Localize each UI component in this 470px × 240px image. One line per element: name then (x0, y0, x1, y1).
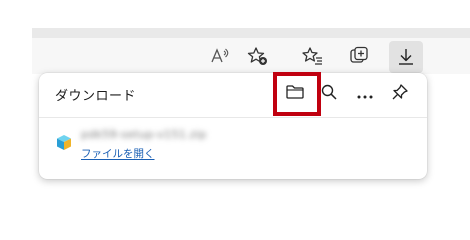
panel-divider (39, 117, 427, 118)
search-icon (320, 83, 338, 105)
download-file-name: pdk59-setup-v151.zip (81, 128, 207, 141)
collections-icon (349, 46, 371, 66)
panel-title: ダウンロード (55, 89, 137, 104)
collections-button[interactable] (343, 38, 377, 74)
favorites-icon (302, 46, 324, 66)
open-file-link[interactable]: ファイルを開く (81, 146, 155, 161)
downloads-panel: ダウンロード pdk59-setup-v151.zip ファイルを開く (39, 72, 427, 179)
pin-panel-button[interactable] (385, 79, 415, 109)
downloads-button[interactable] (389, 41, 423, 73)
read-aloud-button[interactable] (204, 38, 238, 74)
add-favorite-icon (247, 46, 269, 66)
favorites-button[interactable] (296, 38, 330, 74)
package-icon (56, 134, 72, 155)
more-icon (356, 85, 374, 104)
search-downloads-button[interactable] (314, 79, 344, 109)
add-favorite-button[interactable] (241, 38, 275, 74)
toolbar-top-band (32, 28, 470, 38)
read-aloud-icon (210, 47, 232, 65)
download-icon (396, 47, 416, 67)
more-options-button[interactable] (350, 79, 380, 109)
pin-icon (391, 83, 409, 105)
folder-icon (285, 83, 305, 105)
open-downloads-folder-button[interactable] (280, 79, 310, 109)
